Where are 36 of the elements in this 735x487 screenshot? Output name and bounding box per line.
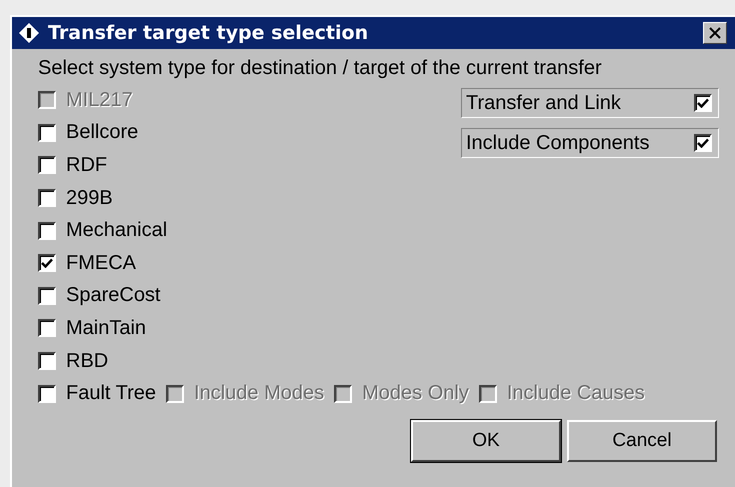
window-title: Transfer target type selection	[48, 22, 370, 44]
checkbox[interactable]	[38, 222, 56, 240]
checkbox[interactable]	[38, 384, 56, 403]
checkbox-label: FMECA	[66, 252, 136, 275]
checkbox[interactable]	[694, 94, 712, 112]
option-label: Transfer and Link	[466, 92, 621, 114]
checkbox[interactable]	[694, 134, 712, 152]
checkbox-label: Include Causes	[506, 382, 645, 406]
checkbox-label: RBD	[66, 350, 108, 373]
instruction-text: Select system type for destination / target of the current transfer	[38, 57, 603, 80]
checkbox[interactable]	[38, 124, 56, 142]
checkbox-label: 299B	[66, 186, 113, 210]
checkbox[interactable]	[38, 319, 56, 338]
dialog-button[interactable]: Cancel	[567, 420, 717, 462]
checkbox-label: Modes Only	[362, 382, 469, 406]
close-button[interactable]	[703, 22, 727, 44]
checkbox[interactable]	[38, 254, 56, 272]
checkbox-label: Fault Tree	[66, 382, 156, 406]
checkbox[interactable]	[38, 352, 56, 370]
check-icon	[41, 258, 53, 268]
checkbox[interactable]	[38, 189, 56, 208]
close-icon	[709, 27, 721, 39]
checkbox-label: MainTain	[66, 316, 146, 340]
checkbox-label: Include Modes	[194, 382, 324, 406]
check-icon	[697, 98, 709, 108]
checkbox-label: Bellcore	[66, 121, 138, 144]
option-label: Include Components	[466, 132, 650, 154]
checkbox-label: SpareCost	[66, 284, 160, 308]
check-icon	[697, 138, 709, 148]
checkbox[interactable]	[38, 286, 56, 305]
checkbox[interactable]	[38, 156, 56, 174]
checkbox-label: MIL217	[66, 88, 133, 112]
info-icon	[18, 22, 40, 44]
dialog-button[interactable]: OK	[411, 420, 561, 462]
checkbox-label: RDF	[66, 154, 108, 177]
checkbox-label: Mechanical	[66, 219, 168, 242]
